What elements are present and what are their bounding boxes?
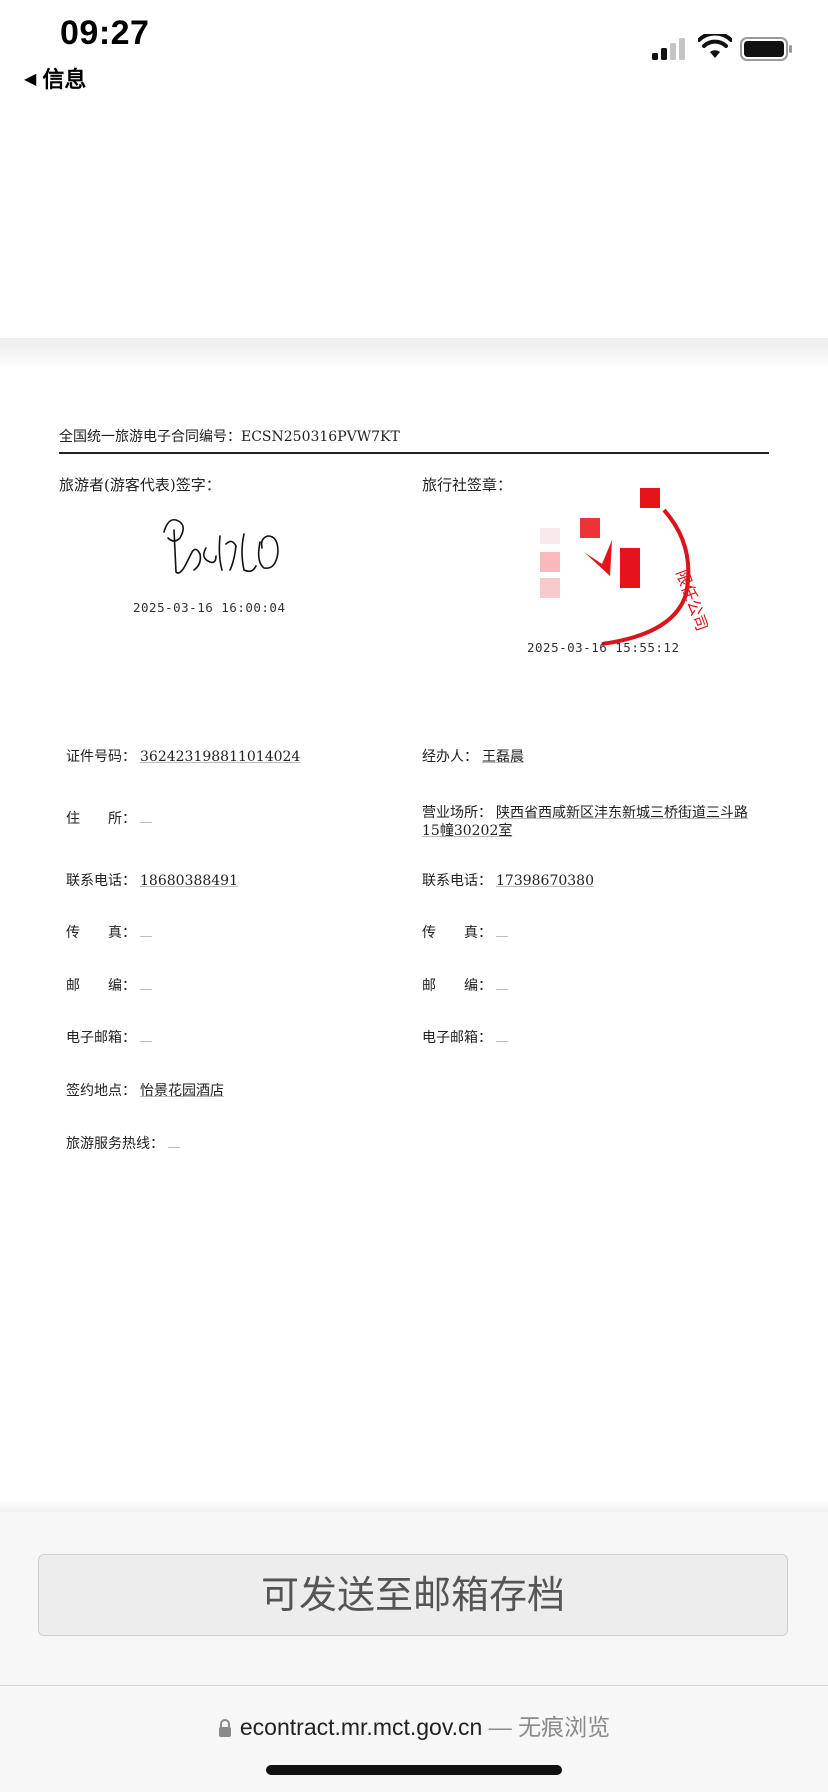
status-time: 09:27 [60,14,150,52]
tourist-signature-label: 旅游者(游客代表)签字： [59,476,221,494]
field-agency-postcode: 邮 编： [422,977,508,995]
contract-page: 全国统一旅游电子合同编号：ECSN250316PVW7KT 旅游者(游客代表)签… [0,368,828,1512]
field-agency-email: 电子邮箱： [422,1029,508,1047]
url-divider [0,1685,828,1686]
contract-number-header: 全国统一旅游电子合同编号：ECSN250316PVW7KT [59,426,769,454]
field-label: 传 真： [66,925,136,941]
tourist-signature [163,518,279,574]
battery-icon [740,37,792,61]
field-label: 旅游服务热线： [66,1136,164,1152]
blank-page-area [0,90,828,338]
field-value: 17398670380 [496,873,594,889]
field-agency-fax: 传 真： [422,924,508,942]
field-label: 住 所： [66,811,136,827]
url-text: econtract.mr.mct.gov.cn [239,1714,483,1740]
field-label: 邮 编： [422,978,492,994]
agency-seal-image: 限任公司 [540,488,708,646]
field-value: 362423198811014024 [140,749,301,765]
field-label: 传 真： [422,925,492,941]
agency-seal-label: 旅行社签章： [422,476,513,494]
page-separator [0,338,828,368]
field-phone: 联系电话： 18680388491 [66,872,242,890]
field-label: 营业场所： [422,805,492,821]
field-value-empty [140,1029,152,1042]
field-value: 王磊晨 [482,749,524,765]
bottom-toolbar: 可发送至邮箱存档 econtract.mr.mct.gov.cn — 无痕浏览 [0,1512,828,1792]
field-label: 联系电话： [66,873,136,889]
field-value-empty [496,1029,508,1042]
field-sign-location: 签约地点： 怡景花园酒店 [66,1082,228,1100]
field-address: 住 所： [66,810,152,828]
private-browsing-label: — 无痕浏览 [482,1714,611,1740]
field-postcode: 邮 编： [66,977,152,995]
field-value: 怡景花园酒店 [140,1083,224,1099]
field-label: 证件号码： [66,749,136,765]
svg-text:限任公司: 限任公司 [672,567,708,634]
field-label: 邮 编： [66,978,136,994]
send-to-email-button[interactable]: 可发送至邮箱存档 [38,1554,788,1636]
address-bar[interactable]: econtract.mr.mct.gov.cn — 无痕浏览 [0,1708,828,1742]
home-indicator[interactable] [266,1765,562,1775]
field-label: 电子邮箱： [422,1030,492,1046]
field-id-number: 证件号码： 362423198811014024 [66,748,304,766]
status-bar: 09:27 ◀ 信息 [0,0,828,93]
field-agent: 经办人： 王磊晨 [422,748,528,766]
tourist-signature-time: 2025-03-16 16:00:04 [133,600,286,615]
field-email: 电子邮箱： [66,1029,152,1047]
field-agency-phone: 联系电话： 17398670380 [422,872,598,890]
lock-icon [218,1719,231,1737]
field-label: 联系电话： [422,873,492,889]
field-service-hotline: 旅游服务热线： [66,1135,180,1153]
back-arrow-icon: ◀ [24,68,37,88]
field-label: 电子邮箱： [66,1030,136,1046]
field-label: 经办人： [422,749,478,765]
field-label: 签约地点： [66,1083,136,1099]
field-value: 18680388491 [140,873,238,889]
field-fax: 传 真： [66,924,152,942]
field-value-empty [496,977,508,990]
field-value-empty [140,924,152,937]
field-value-empty [140,977,152,990]
field-value-empty [140,810,152,823]
wifi-icon [698,34,732,58]
field-value-empty [168,1135,180,1148]
field-business-address: 营业场所： 陕西省西咸新区沣东新城三桥街道三斗路15幢30202室 [422,804,758,840]
field-value-empty [496,924,508,937]
agency-seal-time: 2025-03-16 15:55:12 [527,640,680,655]
signal-icon [652,38,685,60]
